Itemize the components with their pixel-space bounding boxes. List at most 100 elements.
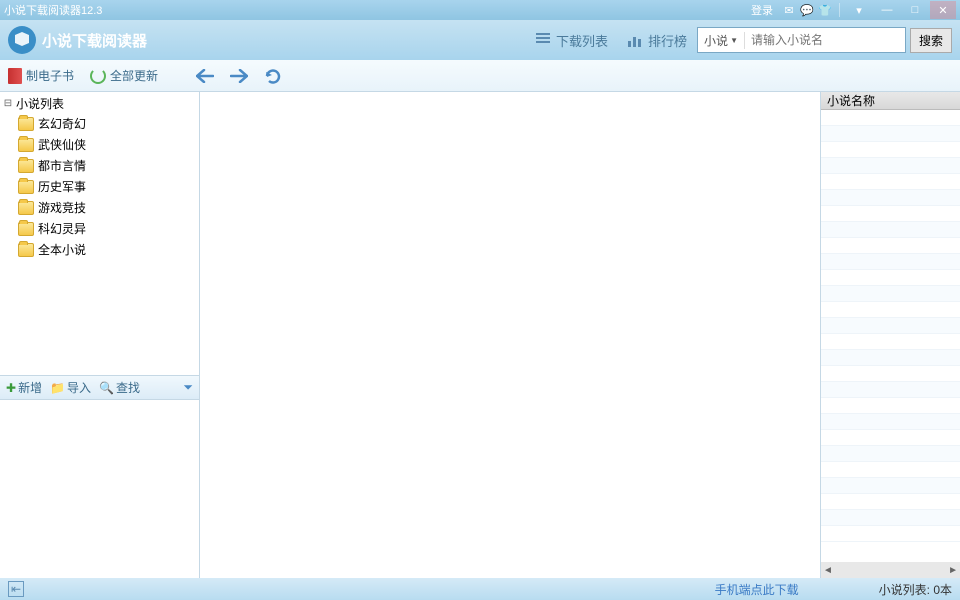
add-label: 新增 (18, 379, 42, 396)
search-type-selector[interactable]: 小说 ▼ (698, 32, 745, 49)
content-area (200, 92, 820, 578)
list-row[interactable] (821, 350, 960, 366)
list-row[interactable] (821, 398, 960, 414)
minimize-button[interactable]: — (874, 1, 900, 19)
download-list-label: 下载列表 (556, 31, 608, 50)
list-row[interactable] (821, 254, 960, 270)
statusbar: ⇤ 手机端点此下载 小说列表: 0本 (0, 578, 960, 600)
book-icon (8, 68, 22, 84)
update-all-button[interactable]: 全部更新 (90, 67, 158, 84)
import-icon: 📁 (50, 381, 65, 395)
shirt-icon[interactable]: 👕 (817, 2, 833, 18)
titlebar: 小说下载阅读器12.3 登录 ✉ 💬 👕 ▾ — □ ✕ (0, 0, 960, 20)
back-button[interactable] (194, 65, 216, 87)
list-row[interactable] (821, 286, 960, 302)
list-row[interactable] (821, 494, 960, 510)
divider (839, 3, 840, 17)
category-item[interactable]: 武侠仙侠 (0, 134, 199, 155)
search-box: 小说 ▼ (697, 27, 906, 53)
list-row[interactable] (821, 430, 960, 446)
list-row[interactable] (821, 222, 960, 238)
folder-icon (18, 138, 34, 152)
sidebar: ⊟ 小说列表 玄幻奇幻 武侠仙侠 都市言情 历史军事 游戏竞技 科幻灵异 全本小… (0, 92, 200, 578)
scroll-right-icon[interactable]: ► (948, 565, 958, 576)
settings-icon[interactable]: ▾ (846, 1, 872, 19)
list-row[interactable] (821, 110, 960, 126)
titlebar-controls: 登录 ✉ 💬 👕 ▾ — □ ✕ (745, 1, 956, 19)
expand-icon[interactable]: ⏷ (183, 380, 193, 395)
list-icon (536, 33, 552, 47)
app-title: 小说下载阅读器 (42, 30, 147, 51)
category-item[interactable]: 科幻灵异 (0, 218, 199, 239)
list-row[interactable] (821, 174, 960, 190)
chat-icon[interactable]: 💬 (799, 2, 815, 18)
sidebar-bottom-panel (0, 400, 199, 578)
login-link[interactable]: 登录 (745, 2, 779, 18)
status-toggle-icon[interactable]: ⇤ (8, 581, 24, 597)
list-row[interactable] (821, 238, 960, 254)
header: 小说下载阅读器 下载列表 排行榜 小说 ▼ 搜索 (0, 20, 960, 60)
list-row[interactable] (821, 510, 960, 526)
category-item[interactable]: 都市言情 (0, 155, 199, 176)
list-row[interactable] (821, 462, 960, 478)
category-item[interactable]: 玄幻奇幻 (0, 113, 199, 134)
maximize-button[interactable]: □ (902, 1, 928, 19)
mobile-download-link[interactable]: 手机端点此下载 (715, 583, 799, 597)
folder-icon (18, 117, 34, 131)
chart-icon (628, 33, 644, 47)
list-row[interactable] (821, 478, 960, 494)
category-item[interactable]: 游戏竞技 (0, 197, 199, 218)
list-row[interactable] (821, 366, 960, 382)
update-all-label: 全部更新 (110, 67, 158, 84)
category-label: 武侠仙侠 (38, 136, 86, 153)
find-button[interactable]: 🔍查找 (99, 379, 140, 396)
list-row[interactable] (821, 318, 960, 334)
list-row[interactable] (821, 126, 960, 142)
refresh-icon (90, 68, 106, 84)
list-row[interactable] (821, 446, 960, 462)
horizontal-scrollbar[interactable]: ◄ ► (821, 562, 960, 578)
find-label: 查找 (116, 379, 140, 396)
list-row[interactable] (821, 302, 960, 318)
import-button[interactable]: 📁导入 (50, 379, 91, 396)
list-row[interactable] (821, 142, 960, 158)
make-ebook-label: 制电子书 (26, 67, 74, 84)
folder-icon (18, 180, 34, 194)
list-row[interactable] (821, 270, 960, 286)
folder-icon (18, 222, 34, 236)
search-button[interactable]: 搜索 (910, 28, 952, 53)
list-row[interactable] (821, 206, 960, 222)
main-area: ⊟ 小说列表 玄幻奇幻 武侠仙侠 都市言情 历史军事 游戏竞技 科幻灵异 全本小… (0, 92, 960, 578)
tree-root[interactable]: ⊟ 小说列表 (0, 94, 199, 113)
list-row[interactable] (821, 158, 960, 174)
search-input[interactable] (745, 33, 905, 47)
folder-icon (18, 201, 34, 215)
add-button[interactable]: ✚新增 (6, 379, 42, 396)
right-panel-header[interactable]: 小说名称 (821, 92, 960, 110)
scroll-left-icon[interactable]: ◄ (823, 565, 833, 576)
category-item[interactable]: 全本小说 (0, 239, 199, 260)
forward-button[interactable] (228, 65, 250, 87)
import-label: 导入 (67, 379, 91, 396)
close-button[interactable]: ✕ (930, 1, 956, 19)
search-icon: 🔍 (99, 381, 114, 395)
reload-button[interactable] (262, 65, 284, 87)
make-ebook-button[interactable]: 制电子书 (8, 67, 74, 84)
window-title: 小说下载阅读器12.3 (4, 2, 745, 18)
category-label: 全本小说 (38, 241, 86, 258)
category-item[interactable]: 历史军事 (0, 176, 199, 197)
chevron-down-icon: ▼ (730, 36, 738, 45)
list-row[interactable] (821, 526, 960, 542)
ranking-button[interactable]: 排行榜 (618, 27, 697, 54)
right-header-label: 小说名称 (827, 92, 875, 109)
mail-icon[interactable]: ✉ (781, 2, 797, 18)
list-row[interactable] (821, 334, 960, 350)
download-list-button[interactable]: 下载列表 (526, 27, 618, 54)
folder-icon (18, 159, 34, 173)
category-label: 历史军事 (38, 178, 86, 195)
status-center: 手机端点此下载 (24, 581, 879, 598)
category-tree: ⊟ 小说列表 玄幻奇幻 武侠仙侠 都市言情 历史军事 游戏竞技 科幻灵异 全本小… (0, 92, 199, 376)
list-row[interactable] (821, 190, 960, 206)
list-row[interactable] (821, 382, 960, 398)
list-row[interactable] (821, 414, 960, 430)
